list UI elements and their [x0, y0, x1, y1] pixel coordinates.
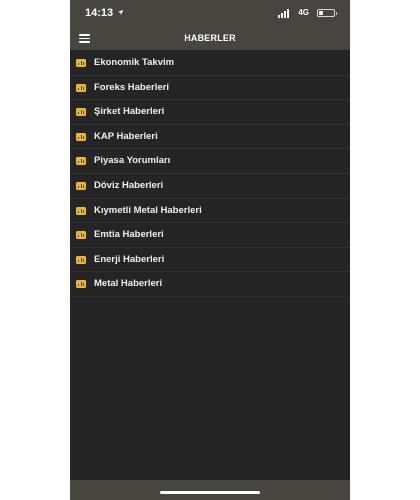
navigation-bar: HABERLER — [70, 28, 350, 50]
battery-level — [319, 11, 324, 15]
list-item-label: Ekonomik Takvim — [94, 57, 175, 68]
list-item-label: Kıymetli Metal Haberleri — [94, 204, 202, 216]
battery-icon — [317, 9, 337, 17]
chart-icon — [76, 157, 86, 166]
signal-strength-icon — [278, 9, 292, 18]
page-title: HABERLER — [184, 33, 236, 43]
list-item[interactable]: Metal Haberleri — [70, 272, 350, 297]
list-item[interactable]: Döviz Haberleri — [70, 174, 350, 199]
status-time: 14:13 — [85, 7, 114, 19]
list-item[interactable]: KAP Haberleri — [70, 125, 350, 150]
chart-icon — [76, 181, 86, 190]
list-item-label: Metal Haberleri — [94, 278, 163, 290]
status-bar: 14:13 4G — [70, 0, 350, 28]
list-item[interactable]: Foreks Haberleri — [70, 76, 350, 101]
home-indicator[interactable] — [160, 491, 260, 494]
list-item[interactable]: Emtia Haberleri — [70, 223, 350, 248]
news-category-list: Ekonomik Takvim Foreks Haberleri Şirket Ha… — [70, 51, 350, 297]
chart-icon — [76, 83, 86, 92]
list-item-label: KAP Haberleri — [94, 130, 158, 142]
phone-screen: 14:13 4G HABERLER Ekonomik Takvim Foreks … — [70, 0, 350, 500]
list-item-label: Foreks Haberleri — [94, 81, 169, 93]
list-item-label: Emtia Haberleri — [94, 229, 164, 241]
chart-icon — [76, 59, 86, 67]
chart-icon — [76, 231, 86, 240]
chart-icon — [76, 108, 86, 117]
list-item-label: Enerji Haberleri — [94, 253, 165, 265]
list-item-label: Piyasa Yorumları — [94, 155, 171, 167]
chart-icon — [76, 132, 86, 141]
list-item[interactable]: Kıymetli Metal Haberleri — [70, 199, 350, 224]
chart-icon — [76, 255, 86, 264]
chart-icon — [76, 280, 86, 289]
location-arrow-icon — [117, 9, 124, 16]
list-item[interactable]: Piyasa Yorumları — [70, 149, 350, 174]
list-item-label: Döviz Haberleri — [94, 179, 164, 191]
home-bar-area — [70, 480, 350, 500]
list-item[interactable]: Ekonomik Takvim — [70, 51, 350, 76]
chart-icon — [76, 206, 86, 215]
list-item[interactable]: Enerji Haberleri — [70, 248, 350, 273]
list-item-label: Şirket Haberleri — [94, 106, 165, 118]
network-type: 4G — [298, 8, 309, 17]
list-item[interactable]: Şirket Haberleri — [70, 100, 350, 125]
